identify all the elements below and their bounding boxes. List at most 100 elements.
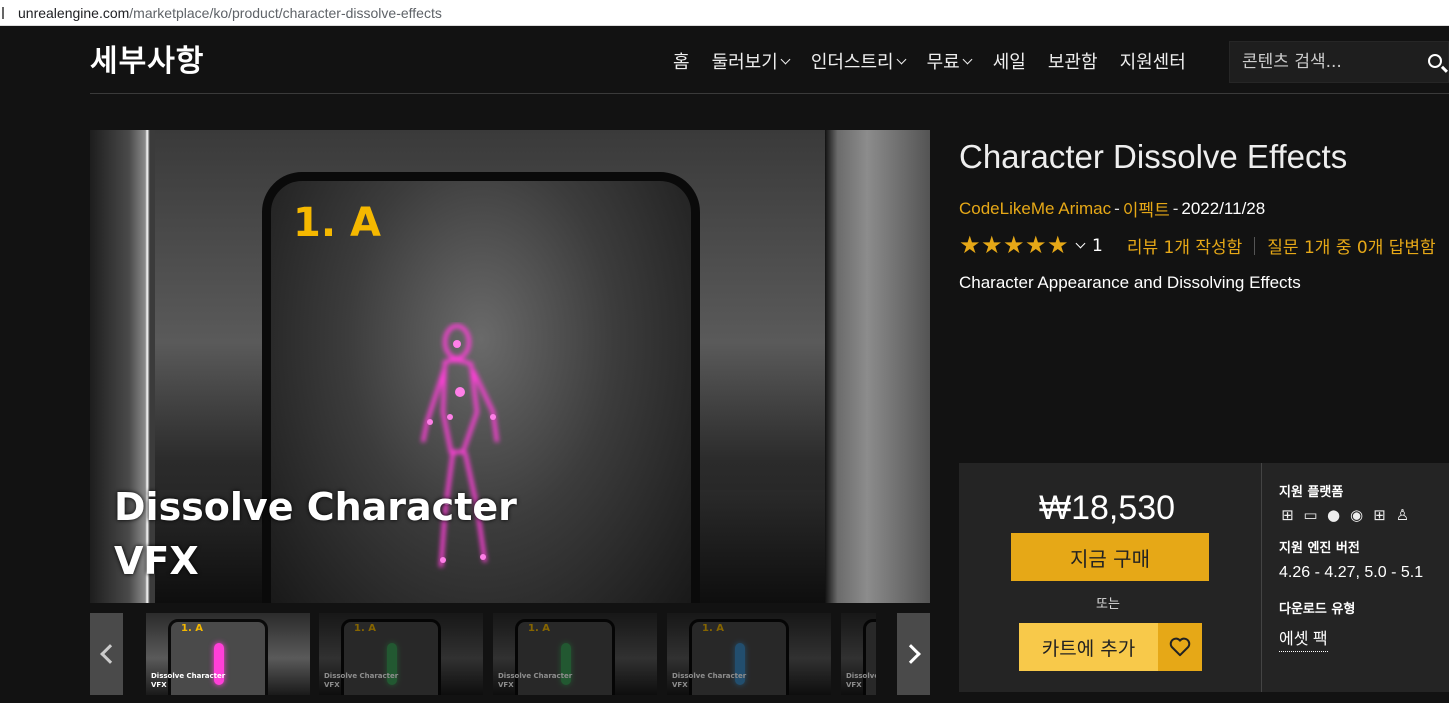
product-title: Character Dissolve Effects [959, 138, 1348, 175]
chevron-left-icon [99, 644, 120, 664]
nav-item-label: 홈 [673, 52, 690, 73]
thumb-caption: Dissolve Character VFX [498, 672, 573, 689]
download-label: 다운로드 유형 [1279, 602, 1356, 617]
site-header: 세부사항 홈 둘러보기 인더스트리 무료 세일 보관함 지원센터 [90, 26, 1449, 94]
divider [1254, 236, 1256, 255]
main-image[interactable]: 1. A Dissolve Character VFX [90, 130, 930, 603]
star-icon: ★ [959, 231, 981, 259]
thumb-label: 1. A [528, 623, 550, 634]
questions-link[interactable]: 질문 1개 중 0개 답변함 [1267, 233, 1435, 258]
thumb-caption: Dissolve Character VFX [324, 672, 399, 689]
rating-count: 1 [1092, 235, 1103, 256]
thumb-caption: Dissolve VFX [846, 672, 876, 689]
star-icon: ★ [1025, 231, 1047, 259]
thumb-caption: Dissolve Character VFX [672, 672, 747, 689]
product-meta: CodeLikeMe Arimac - 이펙트 - 2022/11/28 [959, 196, 1265, 221]
gallery-next-button[interactable] [897, 613, 930, 695]
wishlist-button[interactable] [1158, 623, 1202, 671]
gallery-prev-button[interactable] [90, 613, 123, 695]
engine-label: 지원 엔진 버전 [1279, 541, 1360, 556]
linux-icon: ♙ [1395, 506, 1410, 524]
star-icon: ★ [1047, 231, 1069, 259]
thumb-door [515, 619, 615, 695]
eye-icon: ◉ [1349, 506, 1364, 524]
nav-item-label: 무료 [926, 52, 960, 73]
thumb-caption: Dissolve Character VFX [151, 672, 226, 689]
nav-item-label: 둘러보기 [711, 52, 778, 73]
gallery-thumbnail[interactable]: 1. A Dissolve Character VFX [146, 613, 310, 695]
windows-icon: ⊞ [1281, 506, 1294, 524]
chevron-down-icon [962, 54, 973, 64]
buy-now-button[interactable]: 지금 구매 [1011, 533, 1209, 581]
apple-icon: ● [1326, 506, 1341, 524]
heart-icon [1169, 637, 1191, 657]
nav-item-label: 인더스트리 [810, 52, 894, 73]
chevron-right-icon [900, 644, 921, 664]
nav-item[interactable]: 지원센터 [1120, 48, 1186, 74]
hero-caption: Dissolve Character VFX [114, 480, 517, 588]
hero-caption-line2: VFX [114, 539, 199, 583]
gallery-thumbnail[interactable]: 1. A Dissolve Character VFX [493, 613, 657, 695]
nav-item[interactable]: 보관함 [1048, 48, 1098, 74]
release-date: 2022/11/28 [1181, 198, 1266, 218]
page: 세부사항 홈 둘러보기 인더스트리 무료 세일 보관함 지원센터 1. A [0, 26, 1449, 703]
seller-link[interactable]: CodeLikeMe Arimac [959, 199, 1111, 219]
search-box[interactable] [1229, 41, 1449, 83]
lock-icon [2, 6, 12, 19]
download-type[interactable]: 에셋 팩 [1279, 625, 1328, 652]
platforms-label: 지원 플랫폼 [1279, 485, 1344, 500]
star-icon: ★ [1003, 231, 1025, 259]
browser-address-bar[interactable]: unrealengine.com/marketplace/ko/product/… [0, 0, 1449, 26]
page-title: 세부사항 [90, 44, 205, 79]
meta-separator: - [1114, 198, 1120, 218]
thumb-figure [735, 643, 745, 685]
chevron-down-icon [896, 54, 907, 64]
purchase-box: ₩18,530 지금 구매 또는 카트에 추가 지원 플랫폼 ⊞ ▭ ● ◉ ⊞ ♙ 지원… [959, 463, 1449, 692]
nav-item[interactable]: 홈 [673, 48, 690, 74]
nav-item[interactable]: 세일 [993, 48, 1026, 74]
windows-icon: ⊞ [1373, 506, 1386, 524]
box-divider [1261, 463, 1262, 692]
search-input[interactable] [1242, 52, 1422, 72]
price: ₩18,530 [1039, 489, 1176, 527]
meta-separator: - [1172, 198, 1179, 218]
short-description: Character Appearance and Dissolving Effe… [959, 273, 1301, 292]
thumb-figure [387, 643, 397, 685]
nav-item-label: 보관함 [1047, 52, 1098, 73]
thumbnail-strip: 1. A Dissolve Character VFX 1. A Dissolve Ch… [90, 613, 930, 695]
gallery-thumbnail[interactable]: Dissolve VFX [841, 613, 876, 695]
rating-row: ★ ★ ★ ★ ★ 1 리뷰 1개 작성함 질문 1개 중 0개 답변함 [959, 233, 1436, 258]
laptop-icon: ▭ [1303, 506, 1318, 524]
specs-panel: 지원 플랫폼 ⊞ ▭ ● ◉ ⊞ ♙ 지원 엔진 버전 4.26 - 4.27, 5.0 … [1279, 481, 1423, 668]
chevron-down-icon [780, 54, 791, 64]
or-label: 또는 [1096, 597, 1120, 612]
add-to-cart-button[interactable]: 카트에 추가 [1019, 623, 1158, 671]
hero-caption-line1: Dissolve Character [114, 485, 517, 529]
nav-item-label: 세일 [992, 52, 1026, 73]
thumb-label: 1. A [354, 623, 376, 634]
nav-item[interactable]: 둘러보기 [711, 48, 791, 74]
category-link[interactable]: 이펙트 [1123, 196, 1170, 221]
thumb-door [863, 619, 876, 695]
nav-item[interactable]: 인더스트리 [810, 48, 907, 74]
search-icon[interactable] [1428, 54, 1442, 68]
platform-icons: ⊞ ▭ ● ◉ ⊞ ♙ [1279, 508, 1423, 523]
chevron-down-icon[interactable] [1075, 238, 1086, 249]
rating-stars[interactable]: ★ ★ ★ ★ ★ [959, 231, 1069, 259]
gallery-thumbnail[interactable]: 1. A Dissolve Character VFX [667, 613, 831, 695]
nav-item-label: 지원센터 [1119, 52, 1186, 73]
thumb-door [689, 619, 789, 695]
thumb-label: 1. A [702, 623, 724, 634]
gallery-thumbnail[interactable]: 1. A Dissolve Character VFX [319, 613, 483, 695]
url-text[interactable]: unrealengine.com/marketplace/ko/product/… [18, 5, 442, 21]
main-nav: 홈 둘러보기 인더스트리 무료 세일 보관함 지원센터 [673, 48, 1208, 74]
thumb-label: 1. A [181, 623, 203, 634]
hero-door-label: 1. A [293, 200, 381, 246]
nav-item[interactable]: 무료 [926, 48, 973, 74]
thumb-door [341, 619, 441, 695]
hero-wall-right [825, 130, 930, 603]
star-icon: ★ [981, 231, 1003, 259]
thumb-figure [561, 643, 571, 685]
engine-versions: 4.26 - 4.27, 5.0 - 5.1 [1279, 564, 1424, 581]
reviews-link[interactable]: 리뷰 1개 작성함 [1127, 233, 1242, 258]
